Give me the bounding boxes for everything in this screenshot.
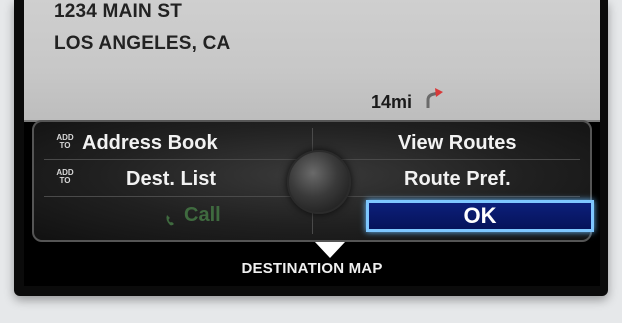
dest-list-item[interactable]: Dest. List [126, 168, 216, 191]
distance-readout: 14mi [371, 92, 413, 112]
call-item: Call [184, 204, 221, 226]
add-to-badge: ADD TO [56, 168, 74, 185]
phone-icon [166, 215, 174, 226]
add-to-badge: ADD TO [56, 133, 74, 150]
route-arrow-icon [426, 88, 443, 108]
address-panel: 1234 MAIN ST LOS ANGELES, CA 14mi [24, 0, 600, 122]
down-arrow-icon[interactable] [315, 242, 345, 258]
address-line-2: LOS ANGELES, CA [54, 33, 231, 54]
ok-button[interactable]: OK [366, 200, 594, 232]
view-routes-item[interactable]: View Routes [398, 132, 517, 155]
options-menu: ADD TO Address Book ADD TO Dest. List Ca… [32, 120, 594, 242]
interface-knob-icon [287, 150, 351, 214]
address-line-1: 1234 MAIN ST [54, 1, 183, 22]
nav-screen: 1234 MAIN ST LOS ANGELES, CA 14mi ADD TO… [24, 0, 600, 286]
route-pref-item[interactable]: Route Pref. [404, 168, 511, 191]
destination-map-label[interactable]: DESTINATION MAP [24, 260, 600, 277]
address-book-item[interactable]: Address Book [82, 132, 218, 155]
